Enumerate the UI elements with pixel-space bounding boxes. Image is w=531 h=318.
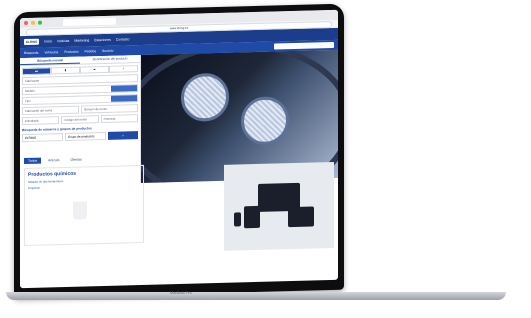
header-item[interactable]: Noticias (57, 39, 69, 43)
bus-icon[interactable]: ▮ (51, 66, 80, 75)
truck-icon[interactable]: ▰ (80, 65, 109, 74)
brand-label: MacBook Pro (170, 291, 192, 295)
engine-row: Fabricante del motor Número de motor (22, 104, 138, 116)
type-field[interactable]: Tipo (22, 94, 138, 106)
minimize-dot-icon[interactable] (31, 20, 35, 25)
nav-item[interactable]: Servicio (102, 49, 113, 53)
type-search-button[interactable] (111, 95, 137, 102)
maximize-dot-icon[interactable] (38, 20, 42, 25)
product-group-select[interactable]: Grupo de productos (65, 131, 106, 141)
devices-promo[interactable] (224, 161, 334, 251)
product-search-button[interactable]: ⌕ (108, 131, 138, 140)
nav-item[interactable]: Búsqueda (24, 51, 38, 55)
tab-identification[interactable]: Identificación del producto (80, 55, 140, 64)
model-field[interactable]: Modelo (22, 84, 138, 96)
engine-row-2: Cilindrada Código del motor Potencia (22, 114, 138, 126)
model-search-button[interactable] (111, 85, 137, 92)
engine-manufacturer-field[interactable]: Fabricante del motor (22, 105, 79, 116)
nav-item[interactable]: Productos (64, 50, 78, 54)
car-icon[interactable]: ▬ (22, 67, 51, 76)
tab-offers[interactable]: Ofertas (67, 156, 86, 163)
nav-item[interactable]: Pedidos (85, 49, 97, 53)
browser-tab[interactable] (63, 17, 116, 26)
engine-code-field[interactable]: Código del motor (61, 115, 99, 125)
flask-icon (73, 201, 87, 220)
laptop-lid: www.elring.es ELRING Inicio Noticias Mar… (14, 3, 344, 299)
screen: www.elring.es ELRING Inicio Noticias Mar… (20, 9, 338, 289)
header-item[interactable]: Estaciones (94, 38, 111, 42)
nav-item[interactable]: Vehículos (44, 50, 58, 54)
tab-all[interactable]: Todos (24, 157, 42, 165)
manufacturer-field[interactable]: Fabricante (22, 74, 138, 86)
tablet-icon (244, 205, 260, 229)
close-dot-icon[interactable] (24, 20, 28, 26)
engine-number-field[interactable]: Número de motor (81, 104, 138, 114)
header-search-input[interactable] (274, 41, 334, 50)
displacement-field[interactable]: Cilindrada (22, 116, 60, 126)
logo[interactable]: ELRING (24, 38, 40, 46)
tab-manual[interactable]: Búsqueda manual (20, 56, 80, 66)
header-item[interactable]: Contacto (116, 37, 130, 41)
header-item[interactable]: Marketing (74, 38, 89, 42)
product-number-input[interactable]: ELRING (22, 133, 63, 143)
cone-icon[interactable]: ▿ (109, 65, 138, 73)
tab-article[interactable]: Artículo (44, 157, 64, 164)
laptop-base (6, 292, 506, 300)
bottom-section: Todos Artículo Ofertas Productos químico… (20, 150, 338, 278)
product-search-row: ELRING Grupo de productos ⌕ (22, 131, 138, 143)
header-item[interactable]: Inicio (44, 39, 52, 43)
laptop-icon (288, 206, 314, 228)
card-line[interactable]: Limpiador (28, 183, 140, 190)
power-field[interactable]: Potencia (100, 114, 138, 124)
product-card[interactable]: Productos químicos Sellador de alta temp… (24, 164, 144, 247)
phone-icon (234, 212, 241, 227)
